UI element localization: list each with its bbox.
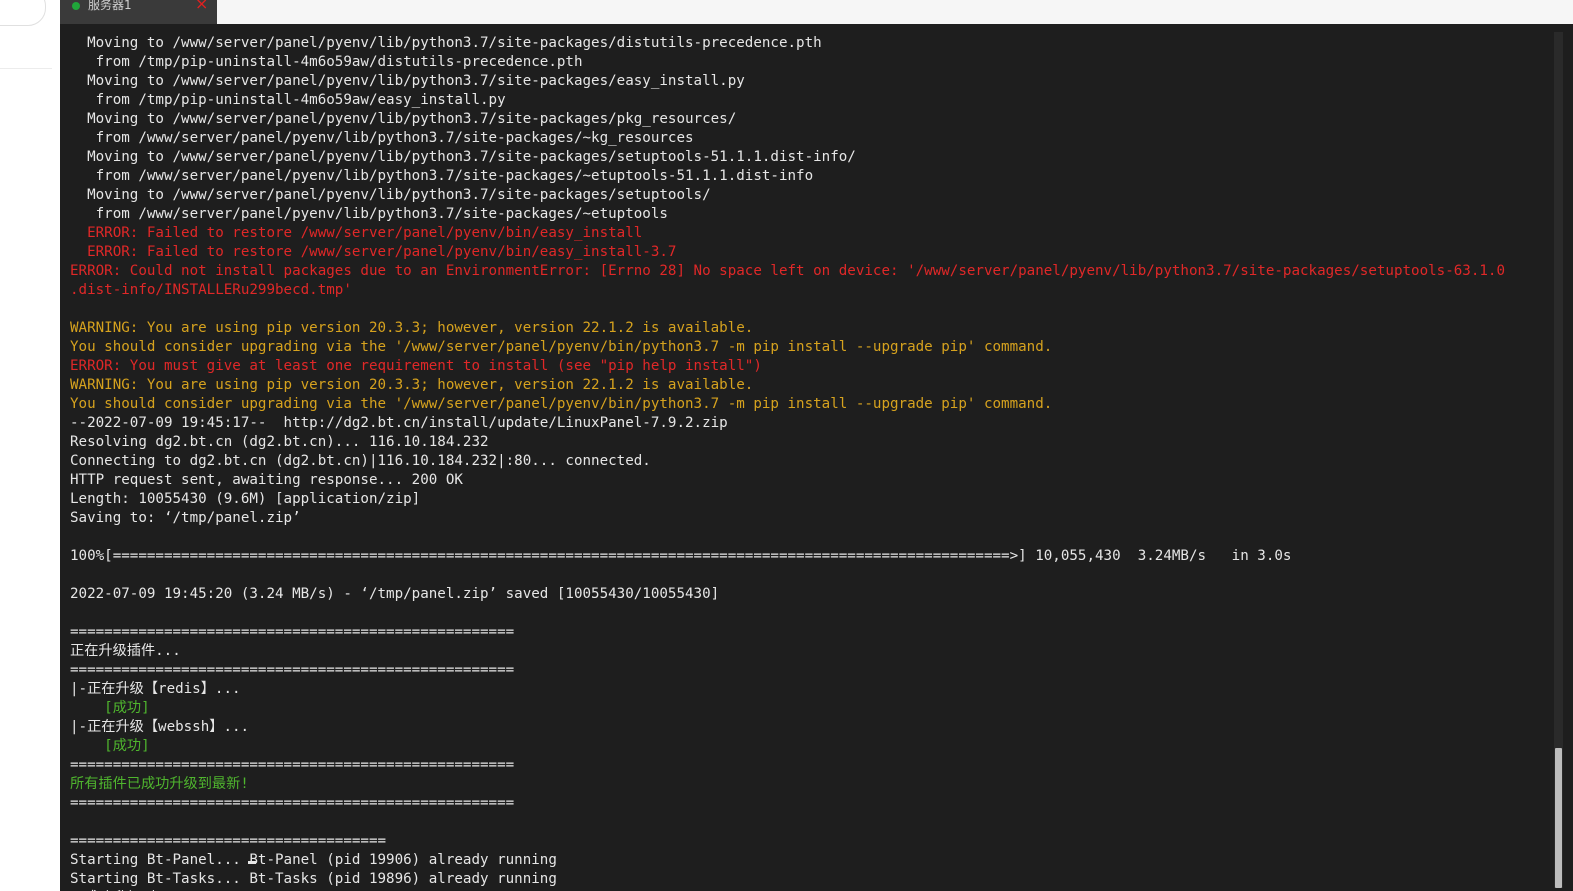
terminal-scrollbar[interactable] (1554, 32, 1563, 888)
terminal-line: You should consider upgrading via the '/… (70, 339, 1053, 355)
terminal-line: ERROR: You must give at least one requir… (70, 358, 762, 374)
terminal-line: ERROR: Failed to restore /www/server/pan… (70, 244, 677, 260)
terminal-line: from /www/server/panel/pyenv/lib/python3… (70, 130, 694, 146)
terminal-line: Connecting to dg2.bt.cn (dg2.bt.cn)|116.… (70, 453, 651, 469)
terminal-line: Resolving dg2.bt.cn (dg2.bt.cn)... 116.1… (70, 434, 489, 450)
terminal-line: ========================================… (70, 757, 515, 773)
terminal-line: --2022-07-09 19:45:17-- http://dg2.bt.cn… (70, 415, 728, 431)
terminal-line: 2022-07-09 19:45:20 (3.24 MB/s) - ‘/tmp/… (70, 586, 720, 602)
terminal-line: Starting Bt-Tasks... Bt-Tasks (pid 19896… (70, 871, 557, 887)
terminal-line: ========================================… (70, 662, 515, 678)
left-sidebar (0, 0, 61, 891)
sidebar-pill-control[interactable] (0, 0, 46, 26)
scrollbar-thumb[interactable] (1555, 748, 1562, 888)
terminal-line: Moving to /www/server/panel/pyenv/lib/py… (70, 35, 822, 51)
terminal-output: Moving to /www/server/panel/pyenv/lib/py… (70, 34, 1548, 891)
terminal-line: 所有插件已成功升级到最新! (70, 776, 249, 792)
terminal-line: Starting Bt-Panel... Bt-Panel (pid 19906… (70, 852, 557, 868)
terminal-line: ===================================== (70, 833, 387, 849)
terminal-line: Moving to /www/server/panel/pyenv/lib/py… (70, 73, 745, 89)
tab-bar: 服务器1 × (60, 0, 1573, 24)
terminal-line: 100%[===================================… (70, 548, 1292, 564)
connection-status-icon (72, 2, 80, 10)
terminal-line: Moving to /www/server/panel/pyenv/lib/py… (70, 187, 711, 203)
terminal-line: Length: 10055430 (9.6M) [application/zip… (70, 491, 421, 507)
terminal-line: WARNING: You are using pip version 20.3.… (70, 320, 754, 336)
terminal-line: [成功] (70, 700, 150, 716)
terminal-line: ERROR: Could not install packages due to… (70, 263, 1505, 279)
terminal-line: |-正在升级【webssh】... (70, 719, 250, 735)
terminal-line: HTTP request sent, awaiting response... … (70, 472, 463, 488)
terminal-line: ========================================… (70, 624, 515, 640)
terminal-window[interactable]: Moving to /www/server/panel/pyenv/lib/py… (60, 24, 1573, 891)
terminal-line: ERROR: Failed to restore /www/server/pan… (70, 225, 643, 241)
terminal-line: Moving to /www/server/panel/pyenv/lib/py… (70, 149, 856, 165)
terminal-line: [成功] (70, 738, 150, 754)
terminal-line: ========================================… (70, 795, 515, 811)
terminal-line: from /www/server/panel/pyenv/lib/python3… (70, 206, 668, 222)
terminal-line: .dist-info/INSTALLERu299becd.tmp' (70, 282, 352, 298)
terminal-line: from /www/server/panel/pyenv/lib/python3… (70, 168, 814, 184)
terminal-cursor (248, 861, 256, 864)
terminal-line: 正在升级插件... (70, 643, 181, 659)
terminal-line: from /tmp/pip-uninstall-4m6o59aw/distuti… (70, 54, 583, 70)
sidebar-divider (0, 68, 52, 69)
terminal-line: WARNING: You are using pip version 20.3.… (70, 377, 754, 393)
tab-title: 服务器1 (88, 0, 132, 12)
terminal-line: You should consider upgrading via the '/… (70, 396, 1053, 412)
terminal-line: from /tmp/pip-uninstall-4m6o59aw/easy_in… (70, 92, 506, 108)
tab-server-1[interactable]: 服务器1 × (60, 0, 217, 24)
terminal-line: Saving to: ‘/tmp/panel.zip’ (70, 510, 301, 526)
close-tab-icon[interactable]: × (195, 0, 208, 13)
terminal-line: Moving to /www/server/panel/pyenv/lib/py… (70, 111, 737, 127)
terminal-line: |-正在升级【redis】... (70, 681, 241, 697)
